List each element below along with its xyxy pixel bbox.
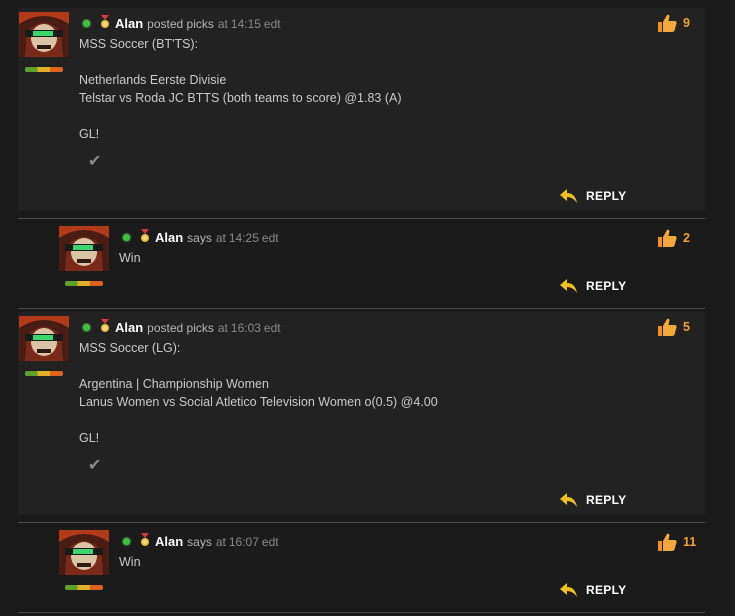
post-line	[79, 411, 438, 429]
post-action: says	[187, 534, 212, 549]
reply-label: REPLY	[586, 583, 627, 597]
checkmark-icon: ✔	[88, 457, 102, 474]
reply-arrow-icon	[560, 279, 577, 293]
reply-arrow-icon	[560, 493, 577, 507]
thumbs-up-icon	[658, 229, 677, 247]
post-time: 14:25	[228, 230, 259, 245]
divider	[18, 612, 705, 613]
post-body: Win	[119, 249, 141, 267]
post-body: Win	[119, 553, 141, 571]
post-action: says	[187, 230, 212, 245]
comment-thread: Alan posted picks at 14:15 edt MSS Socce…	[0, 0, 735, 616]
timezone: edt	[261, 534, 279, 549]
thumbs-up-icon	[658, 14, 677, 32]
reply-arrow-icon	[560, 583, 577, 597]
post-line: MSS Soccer (BT'TS):	[79, 37, 199, 51]
like-button[interactable]: 2	[657, 229, 690, 247]
post-time: 14:15	[230, 16, 261, 31]
avatar[interactable]	[19, 12, 69, 57]
post-line: GL!	[79, 431, 100, 445]
medal-icon	[139, 533, 151, 550]
reputation-bar	[65, 281, 103, 286]
at-label: at	[217, 16, 228, 31]
online-dot-icon	[83, 324, 90, 331]
post-header: Alan posted picks at 16:03 edt	[83, 319, 281, 336]
post-line: Win	[119, 251, 141, 265]
like-count: 9	[683, 16, 690, 30]
at-label: at	[215, 534, 226, 549]
post-line: MSS Soccer (LG):	[79, 341, 181, 355]
username-link[interactable]: Alan	[155, 230, 183, 245]
post-header: Alan says at 14:25 edt	[123, 229, 279, 246]
reply-button[interactable]: REPLY	[560, 189, 626, 203]
reply-label: REPLY	[586, 279, 627, 293]
post-line: Argentina | Championship Women	[79, 377, 269, 391]
like-button[interactable]: 5	[657, 318, 690, 336]
online-dot-icon	[123, 234, 130, 241]
post-time: 16:07	[228, 534, 259, 549]
thumbs-up-icon	[658, 533, 677, 551]
at-label: at	[215, 230, 226, 245]
avatar[interactable]	[19, 316, 69, 361]
post-line: Telstar vs Roda JC BTTS (both teams to s…	[79, 91, 402, 105]
reply-button[interactable]: REPLY	[560, 493, 626, 507]
medal-icon	[99, 319, 111, 336]
reply-label: REPLY	[586, 493, 627, 507]
post-line	[79, 357, 438, 375]
post-header: Alan says at 16:07 edt	[123, 533, 279, 550]
like-count: 5	[683, 320, 690, 334]
reputation-bar	[25, 67, 63, 72]
post-action: posted picks	[147, 320, 214, 335]
username-link[interactable]: Alan	[115, 320, 143, 335]
reply-label: REPLY	[586, 189, 627, 203]
post-line: GL!	[79, 127, 100, 141]
avatar[interactable]	[59, 530, 109, 575]
avatar[interactable]	[59, 226, 109, 271]
like-count: 11	[683, 535, 697, 549]
timezone: edt	[263, 320, 281, 335]
post-line	[79, 53, 402, 71]
timezone: edt	[261, 230, 279, 245]
post-line	[79, 107, 402, 125]
at-label: at	[217, 320, 228, 335]
post-body: MSS Soccer (BT'TS): Netherlands Eerste D…	[79, 35, 402, 143]
reply-button[interactable]: REPLY	[560, 279, 626, 293]
reputation-bar	[25, 371, 63, 376]
reputation-bar	[65, 585, 103, 590]
online-dot-icon	[123, 538, 130, 545]
post-header: Alan posted picks at 14:15 edt	[83, 15, 281, 32]
like-button[interactable]: 9	[657, 14, 690, 32]
post-line: Win	[119, 555, 141, 569]
post-line: Netherlands Eerste Divisie	[79, 73, 227, 87]
username-link[interactable]: Alan	[115, 16, 143, 31]
like-button[interactable]: 11	[657, 533, 696, 551]
like-count: 2	[683, 231, 690, 245]
username-link[interactable]: Alan	[155, 534, 183, 549]
post-line: Lanus Women vs Social Atletico Televisio…	[79, 395, 438, 409]
post-body: MSS Soccer (LG): Argentina | Championshi…	[79, 339, 438, 447]
thumbs-up-icon	[658, 318, 677, 336]
timezone: edt	[263, 16, 281, 31]
post-time: 16:03	[230, 320, 261, 335]
post-action: posted picks	[147, 16, 214, 31]
checkmark-icon: ✔	[88, 153, 102, 170]
reply-button[interactable]: REPLY	[560, 583, 626, 597]
medal-icon	[99, 15, 111, 32]
divider	[18, 308, 705, 309]
reply-arrow-icon	[560, 189, 577, 203]
medal-icon	[139, 229, 151, 246]
divider	[18, 218, 705, 219]
divider	[18, 522, 705, 523]
online-dot-icon	[83, 20, 90, 27]
